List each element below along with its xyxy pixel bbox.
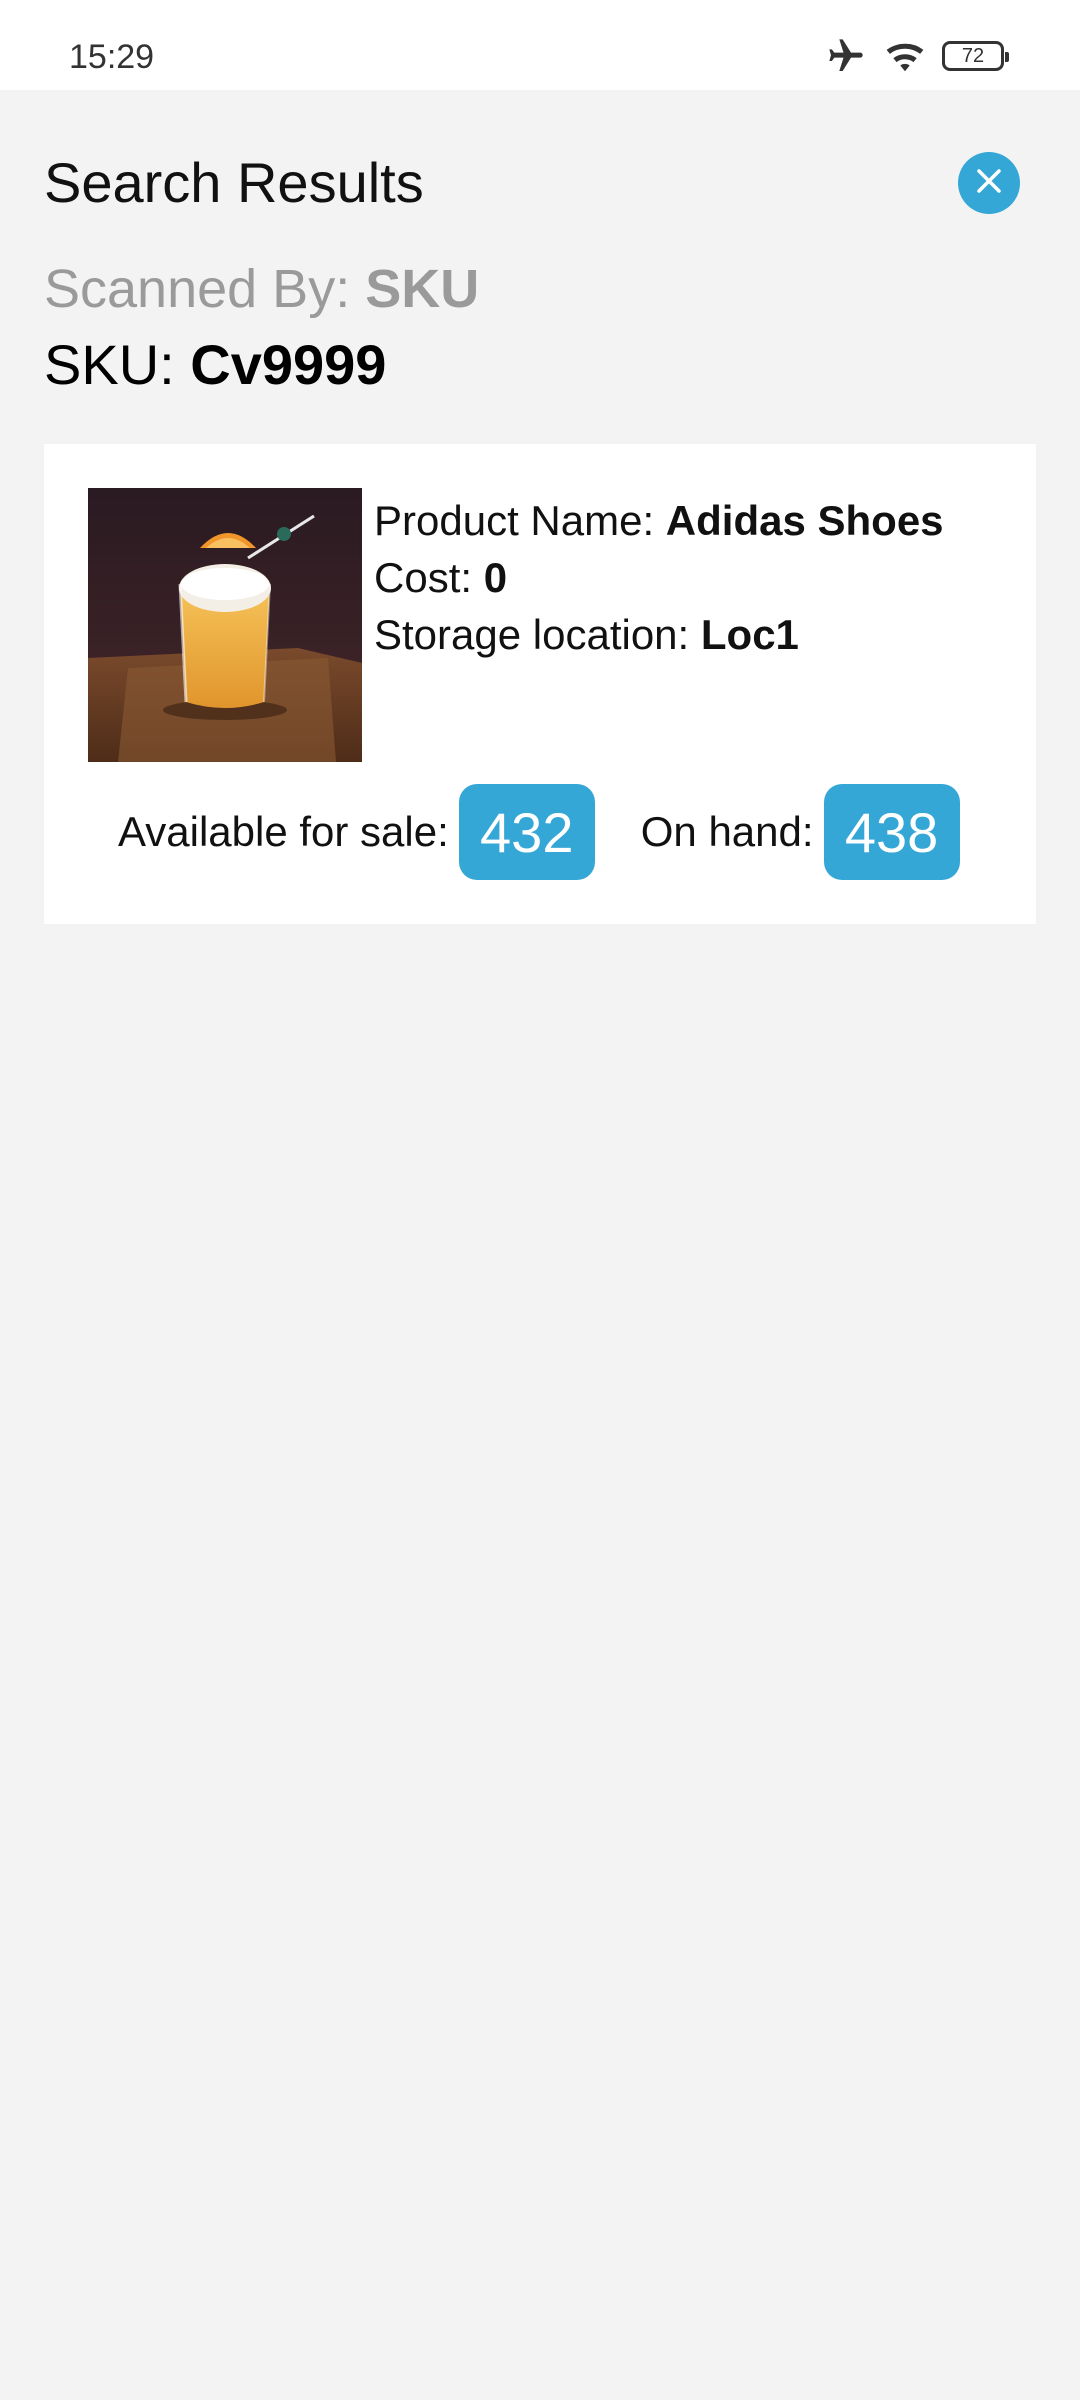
scanned-by-label: Scanned By: <box>44 259 351 319</box>
product-image <box>88 488 362 762</box>
storage-location-value: Loc1 <box>700 611 799 658</box>
cost-value: 0 <box>483 554 508 601</box>
scanned-by-value: SKU <box>365 259 480 319</box>
status-icons: 72 <box>824 36 1009 76</box>
storage-location-label: Storage location: <box>374 611 690 658</box>
on-hand-badge: 438 <box>823 784 960 880</box>
cost-label: Cost: <box>374 554 473 601</box>
status-time: 15:29 <box>69 38 155 76</box>
on-hand-label: On hand: <box>640 808 814 855</box>
cost-line: Cost: 0 <box>374 549 944 606</box>
scanned-by-line: Scanned By: SKU <box>44 258 479 320</box>
sku-label: SKU: <box>44 333 175 396</box>
product-name-value: Adidas Shoes <box>665 497 944 544</box>
result-card[interactable]: Product Name: Adidas Shoes Cost: 0 Stora… <box>44 444 1036 924</box>
stock-row: Available for sale: 432 On hand: 438 <box>118 784 960 880</box>
product-info: Product Name: Adidas Shoes Cost: 0 Stora… <box>374 492 944 663</box>
sku-line: SKU: Cv9999 <box>44 332 386 397</box>
status-bar: 15:29 72 <box>0 0 1080 90</box>
available-label: Available for sale: <box>118 808 449 855</box>
sku-value: Cv9999 <box>190 333 387 396</box>
product-name-line: Product Name: Adidas Shoes <box>374 492 944 549</box>
airplane-icon <box>824 36 868 76</box>
close-button[interactable] <box>958 152 1020 214</box>
page-title: Search Results <box>44 151 424 214</box>
close-icon <box>976 168 1002 199</box>
available-badge: 432 <box>458 784 595 880</box>
battery-icon: 72 <box>942 41 1009 71</box>
storage-location-line: Storage location: Loc1 <box>374 606 944 663</box>
product-name-label: Product Name: <box>374 497 655 544</box>
wifi-icon <box>882 38 928 74</box>
